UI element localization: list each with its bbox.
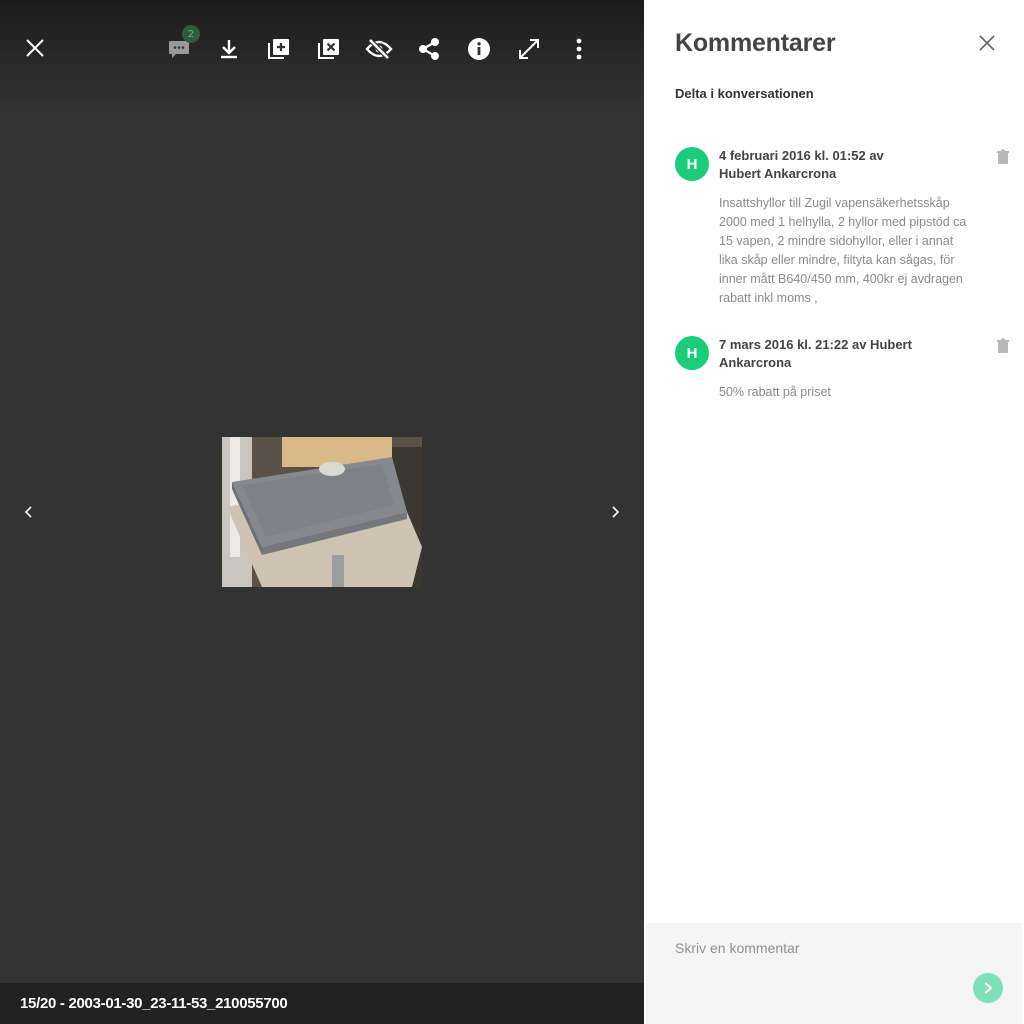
close-viewer-button[interactable] (17, 30, 53, 66)
comment-item: H 7 mars 2016 kl. 21:22 av Hubert Ankarc… (675, 336, 1015, 406)
comments-panel: Kommentarer Delta i konversationen H 4 f… (644, 0, 1024, 1024)
comment-composer (646, 923, 1022, 1024)
download-icon (221, 40, 237, 59)
photo-image (222, 437, 422, 587)
comments-button[interactable]: 2 (161, 25, 200, 67)
share-icon (419, 38, 439, 60)
comment-text: Insattshyllor till Zugil vapensäkerhetss… (719, 196, 967, 305)
chevron-left-icon (24, 506, 32, 518)
comment-meta: 7 mars 2016 kl. 21:22 av Hubert Ankarcro… (719, 337, 912, 370)
fullscreen-icon (519, 39, 539, 59)
caption-bar: 15/20 - 2003-01-30_23-11-53_210055700 (0, 983, 644, 1024)
comment-input[interactable] (675, 937, 975, 959)
hide-icon (365, 38, 393, 60)
add-to-album-button[interactable] (261, 31, 297, 67)
delete-comment-button[interactable] (995, 338, 1011, 354)
previous-photo-button[interactable] (14, 497, 44, 527)
fullscreen-button[interactable] (511, 31, 547, 67)
send-comment-button[interactable] (973, 973, 1003, 1003)
remove-from-album-icon (318, 39, 339, 59)
next-photo-button[interactable] (600, 497, 630, 527)
chevron-right-icon (984, 982, 993, 994)
info-icon (468, 38, 490, 60)
avatar: H (675, 147, 709, 181)
download-button[interactable] (211, 31, 247, 67)
info-button[interactable] (461, 31, 497, 67)
more-icon (576, 38, 582, 60)
trash-icon (997, 149, 1009, 164)
panel-subtitle: Delta i konversationen (675, 86, 814, 101)
remove-from-album-button[interactable] (311, 31, 347, 67)
close-icon (26, 39, 44, 57)
hide-button[interactable] (361, 31, 397, 67)
photo-viewer: 2 15/20 - 2003-01-30_23-11-53_210055700 (0, 0, 644, 1024)
trash-icon (997, 338, 1009, 353)
comment-count-badge: 2 (182, 25, 200, 43)
close-panel-button[interactable] (974, 30, 1000, 56)
add-to-album-icon (268, 39, 289, 59)
comment-text: 50% rabatt på priset (719, 385, 831, 399)
close-icon (979, 35, 995, 51)
more-options-button[interactable] (561, 31, 597, 67)
share-button[interactable] (411, 31, 447, 67)
delete-comment-button[interactable] (995, 149, 1011, 165)
avatar: H (675, 336, 709, 370)
comment-meta: 4 februari 2016 kl. 01:52 av Hubert Anka… (719, 148, 884, 181)
panel-title: Kommentarer (675, 29, 836, 57)
photo-caption: 15/20 - 2003-01-30_23-11-53_210055700 (20, 995, 288, 1012)
chevron-right-icon (612, 506, 620, 518)
comment-item: H 4 februari 2016 kl. 01:52 av Hubert An… (675, 147, 1015, 307)
